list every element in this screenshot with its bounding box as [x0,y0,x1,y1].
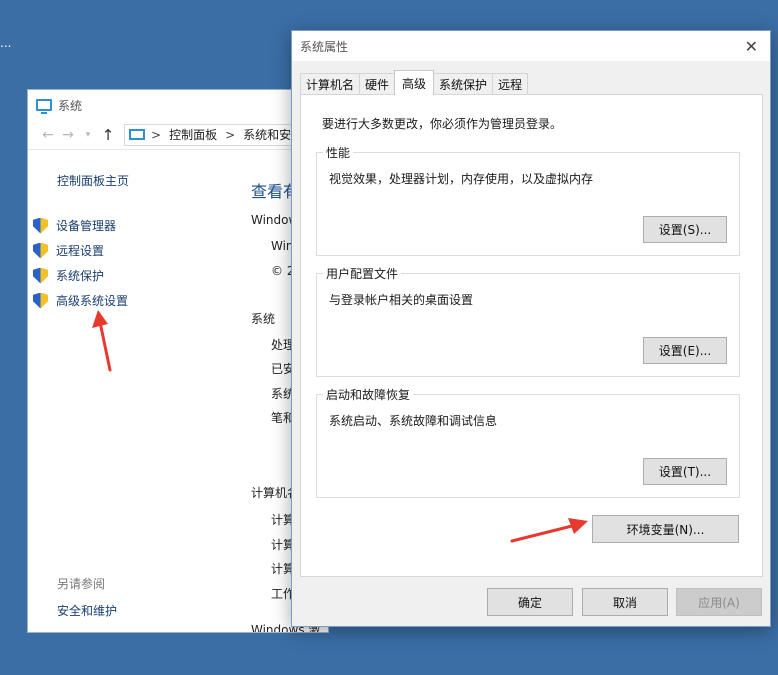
group-label: 用户配置文件 [323,265,402,282]
performance-group: 性能 视觉效果，处理器计划，内存使用，以及虚拟内存 设置(S)... [316,144,740,256]
dialog-title: 系统属性 [300,39,349,54]
system-properties-dialog: 系统属性 ✕ 计算机名 硬件 高级 系统保护 远程 要进行大多数更改，你必须作为… [291,30,771,627]
security-maintenance-link[interactable]: 安全和维护 [57,602,247,619]
environment-variables-button[interactable]: 环境变量(N)... [592,515,739,543]
user-profiles-settings-button[interactable]: 设置(E)... [643,337,727,364]
group-description: 与登录帐户相关的桌面设置 [329,293,474,307]
admin-note: 要进行大多数更改，你必须作为管理员登录。 [322,117,563,131]
uac-shield-icon [33,267,48,284]
history-dropdown-icon[interactable]: ▾ [78,130,98,140]
control-panel-icon [129,129,145,140]
tab-remote[interactable]: 远程 [492,73,529,95]
tab-advanced[interactable]: 高级 [394,70,435,95]
breadcrumb-system-security[interactable]: 系统和安 [243,126,291,143]
address-bar: ← → ▾ ↑ > 控制面板 > 系统和安 [28,120,328,150]
tab-strip: 计算机名 硬件 高级 系统保护 远程 [300,70,529,95]
forward-arrow-icon[interactable]: → [58,127,78,143]
system-window-title: 系统 [58,98,83,113]
sidebar-item-label: 远程设置 [56,244,105,258]
system-section-heading: 系统 [251,312,276,326]
system-window: 系统 ← → ▾ ↑ > 控制面板 > 系统和安 控制面板主页 设备管理器 远程… [28,90,328,632]
sidebar-item-label: 系统保护 [56,269,105,283]
sidebar-item-label: 设备管理器 [56,219,117,233]
group-label: 启动和故障恢复 [323,386,414,403]
see-also-heading: 另请参阅 [57,577,106,591]
tab-hardware[interactable]: 硬件 [359,73,396,95]
sidebar-item-system-protection[interactable]: 系统保护 [33,263,247,288]
startup-recovery-settings-button[interactable]: 设置(T)... [643,458,727,485]
sidebar: 控制面板主页 设备管理器 远程设置 系统保护 高级系统设置 另请参阅 安全和维护 [33,172,247,619]
group-description: 系统启动、系统故障和调试信息 [329,414,498,428]
sidebar-home-link[interactable]: 控制面板主页 [57,172,247,189]
cancel-button[interactable]: 取消 [582,588,668,616]
breadcrumb-separator: > [225,127,236,142]
sidebar-item-remote-settings[interactable]: 远程设置 [33,238,247,263]
breadcrumb-separator: > [151,127,162,142]
uac-shield-icon [33,242,48,259]
user-profiles-group: 用户配置文件 与登录帐户相关的桌面设置 设置(E)... [316,265,740,377]
back-arrow-icon[interactable]: ← [38,127,58,143]
startup-recovery-group: 启动和故障恢复 系统启动、系统故障和调试信息 设置(T)... [316,386,740,498]
apply-button[interactable]: 应用(A) [676,588,762,616]
group-description: 视觉效果，处理器计划，内存使用，以及虚拟内存 [329,172,594,186]
breadcrumb-control-panel[interactable]: 控制面板 [169,126,217,143]
desktop-edge-text: ... [0,36,12,50]
sidebar-item-label: 高级系统设置 [56,294,129,308]
tab-system-protection[interactable]: 系统保护 [433,73,494,95]
uac-shield-icon [33,292,48,309]
advanced-tab-panel: 要进行大多数更改，你必须作为管理员登录。 性能 视觉效果，处理器计划，内存使用，… [300,94,763,577]
sidebar-item-advanced-settings[interactable]: 高级系统设置 [33,288,247,313]
performance-settings-button[interactable]: 设置(S)... [643,216,727,243]
up-arrow-icon[interactable]: ↑ [98,126,118,144]
uac-shield-icon [33,217,48,234]
ok-button[interactable]: 确定 [487,588,573,616]
tab-computer-name[interactable]: 计算机名 [300,73,361,95]
dialog-titlebar: 系统属性 [292,31,770,61]
close-icon[interactable]: ✕ [745,37,758,56]
system-window-titlebar: 系统 [28,90,328,120]
group-label: 性能 [323,144,354,161]
sidebar-item-device-manager[interactable]: 设备管理器 [33,213,247,238]
monitor-icon [36,99,52,114]
